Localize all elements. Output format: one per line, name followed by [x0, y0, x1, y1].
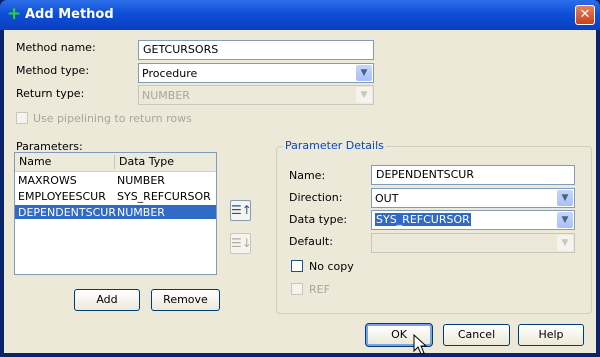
add-button[interactable]: Add: [74, 289, 140, 311]
method-type-label: Method type:: [16, 64, 90, 77]
help-button[interactable]: Help: [518, 324, 584, 346]
row-name: DEPENDENTSCUR: [18, 206, 116, 219]
ref-checkbox: [291, 283, 303, 295]
no-copy-checkbox[interactable]: [291, 260, 303, 272]
chevron-down-icon[interactable]: ▼: [557, 190, 573, 206]
parameters-table[interactable]: Name Data Type MAXROWS NUMBER EMPLOYEESC…: [14, 152, 217, 275]
direction-label: Direction:: [289, 191, 343, 204]
table-header: Name Data Type: [15, 153, 216, 172]
default-select: ▼: [371, 233, 575, 253]
parameter-details-group: Parameter Details Name: DEPENDENTSCUR Di…: [276, 139, 592, 314]
method-type-value: Procedure: [142, 67, 198, 80]
dialog-body: Method name: GETCURSORS Method type: Pro…: [4, 30, 596, 355]
title-bar[interactable]: + Add Method ✕: [0, 0, 600, 30]
dialog-title: Add Method: [25, 7, 114, 22]
data-type-select[interactable]: SYS_REFCURSOR ▼: [371, 210, 575, 230]
method-type-select[interactable]: Procedure ▼: [138, 63, 374, 83]
group-title: Parameter Details: [283, 139, 386, 152]
pipelining-label: Use pipelining to return rows: [33, 112, 192, 125]
row-type: NUMBER: [117, 206, 165, 219]
add-plus-icon: +: [7, 4, 22, 24]
remove-button[interactable]: Remove: [151, 289, 220, 311]
move-down-icon: ☰↓: [231, 236, 252, 250]
method-name-label: Method name:: [16, 41, 96, 54]
method-name-field[interactable]: GETCURSORS: [138, 40, 374, 60]
default-label: Default:: [289, 235, 333, 248]
move-up-icon: ☰↑: [231, 203, 252, 217]
chevron-down-icon[interactable]: ▼: [557, 212, 573, 228]
chevron-down-icon[interactable]: ▼: [356, 65, 372, 81]
data-type-value: SYS_REFCURSOR: [375, 213, 471, 226]
direction-select[interactable]: OUT ▼: [371, 188, 575, 208]
mouse-pointer-icon: [413, 334, 428, 355]
cancel-button[interactable]: Cancel: [443, 324, 510, 346]
table-row[interactable]: EMPLOYEESCUR SYS_REFCURSOR: [15, 189, 216, 203]
return-type-label: Return type:: [16, 87, 85, 100]
column-header-name[interactable]: Name: [19, 155, 51, 168]
return-type-value: NUMBER: [142, 89, 190, 102]
close-button[interactable]: ✕: [575, 5, 595, 25]
direction-value: OUT: [375, 192, 399, 205]
row-name: MAXROWS: [18, 174, 77, 187]
data-type-label: Data type:: [289, 213, 348, 226]
table-row-selected[interactable]: DEPENDENTSCUR NUMBER: [15, 205, 216, 219]
column-header-data-type[interactable]: Data Type: [119, 155, 174, 168]
ref-label: REF: [309, 283, 330, 296]
row-type: NUMBER: [117, 174, 165, 187]
row-type: SYS_REFCURSOR: [117, 190, 211, 203]
row-name: EMPLOYEESCUR: [18, 190, 106, 203]
move-up-button[interactable]: ☰↑: [230, 200, 252, 221]
chevron-down-icon: ▼: [356, 87, 372, 103]
move-down-button: ☰↓: [230, 233, 252, 254]
close-icon: ✕: [579, 7, 591, 22]
no-copy-label: No copy: [309, 260, 354, 273]
return-type-select: NUMBER ▼: [138, 85, 374, 105]
table-row[interactable]: MAXROWS NUMBER: [15, 173, 216, 187]
column-divider[interactable]: [114, 155, 115, 169]
param-name-field[interactable]: DEPENDENTSCUR: [371, 165, 575, 185]
param-name-label: Name:: [289, 169, 326, 182]
pipelining-checkbox: [16, 112, 28, 124]
add-method-dialog: + Add Method ✕ Method name: GETCURSORS M…: [0, 0, 600, 357]
chevron-down-icon: ▼: [557, 235, 573, 251]
